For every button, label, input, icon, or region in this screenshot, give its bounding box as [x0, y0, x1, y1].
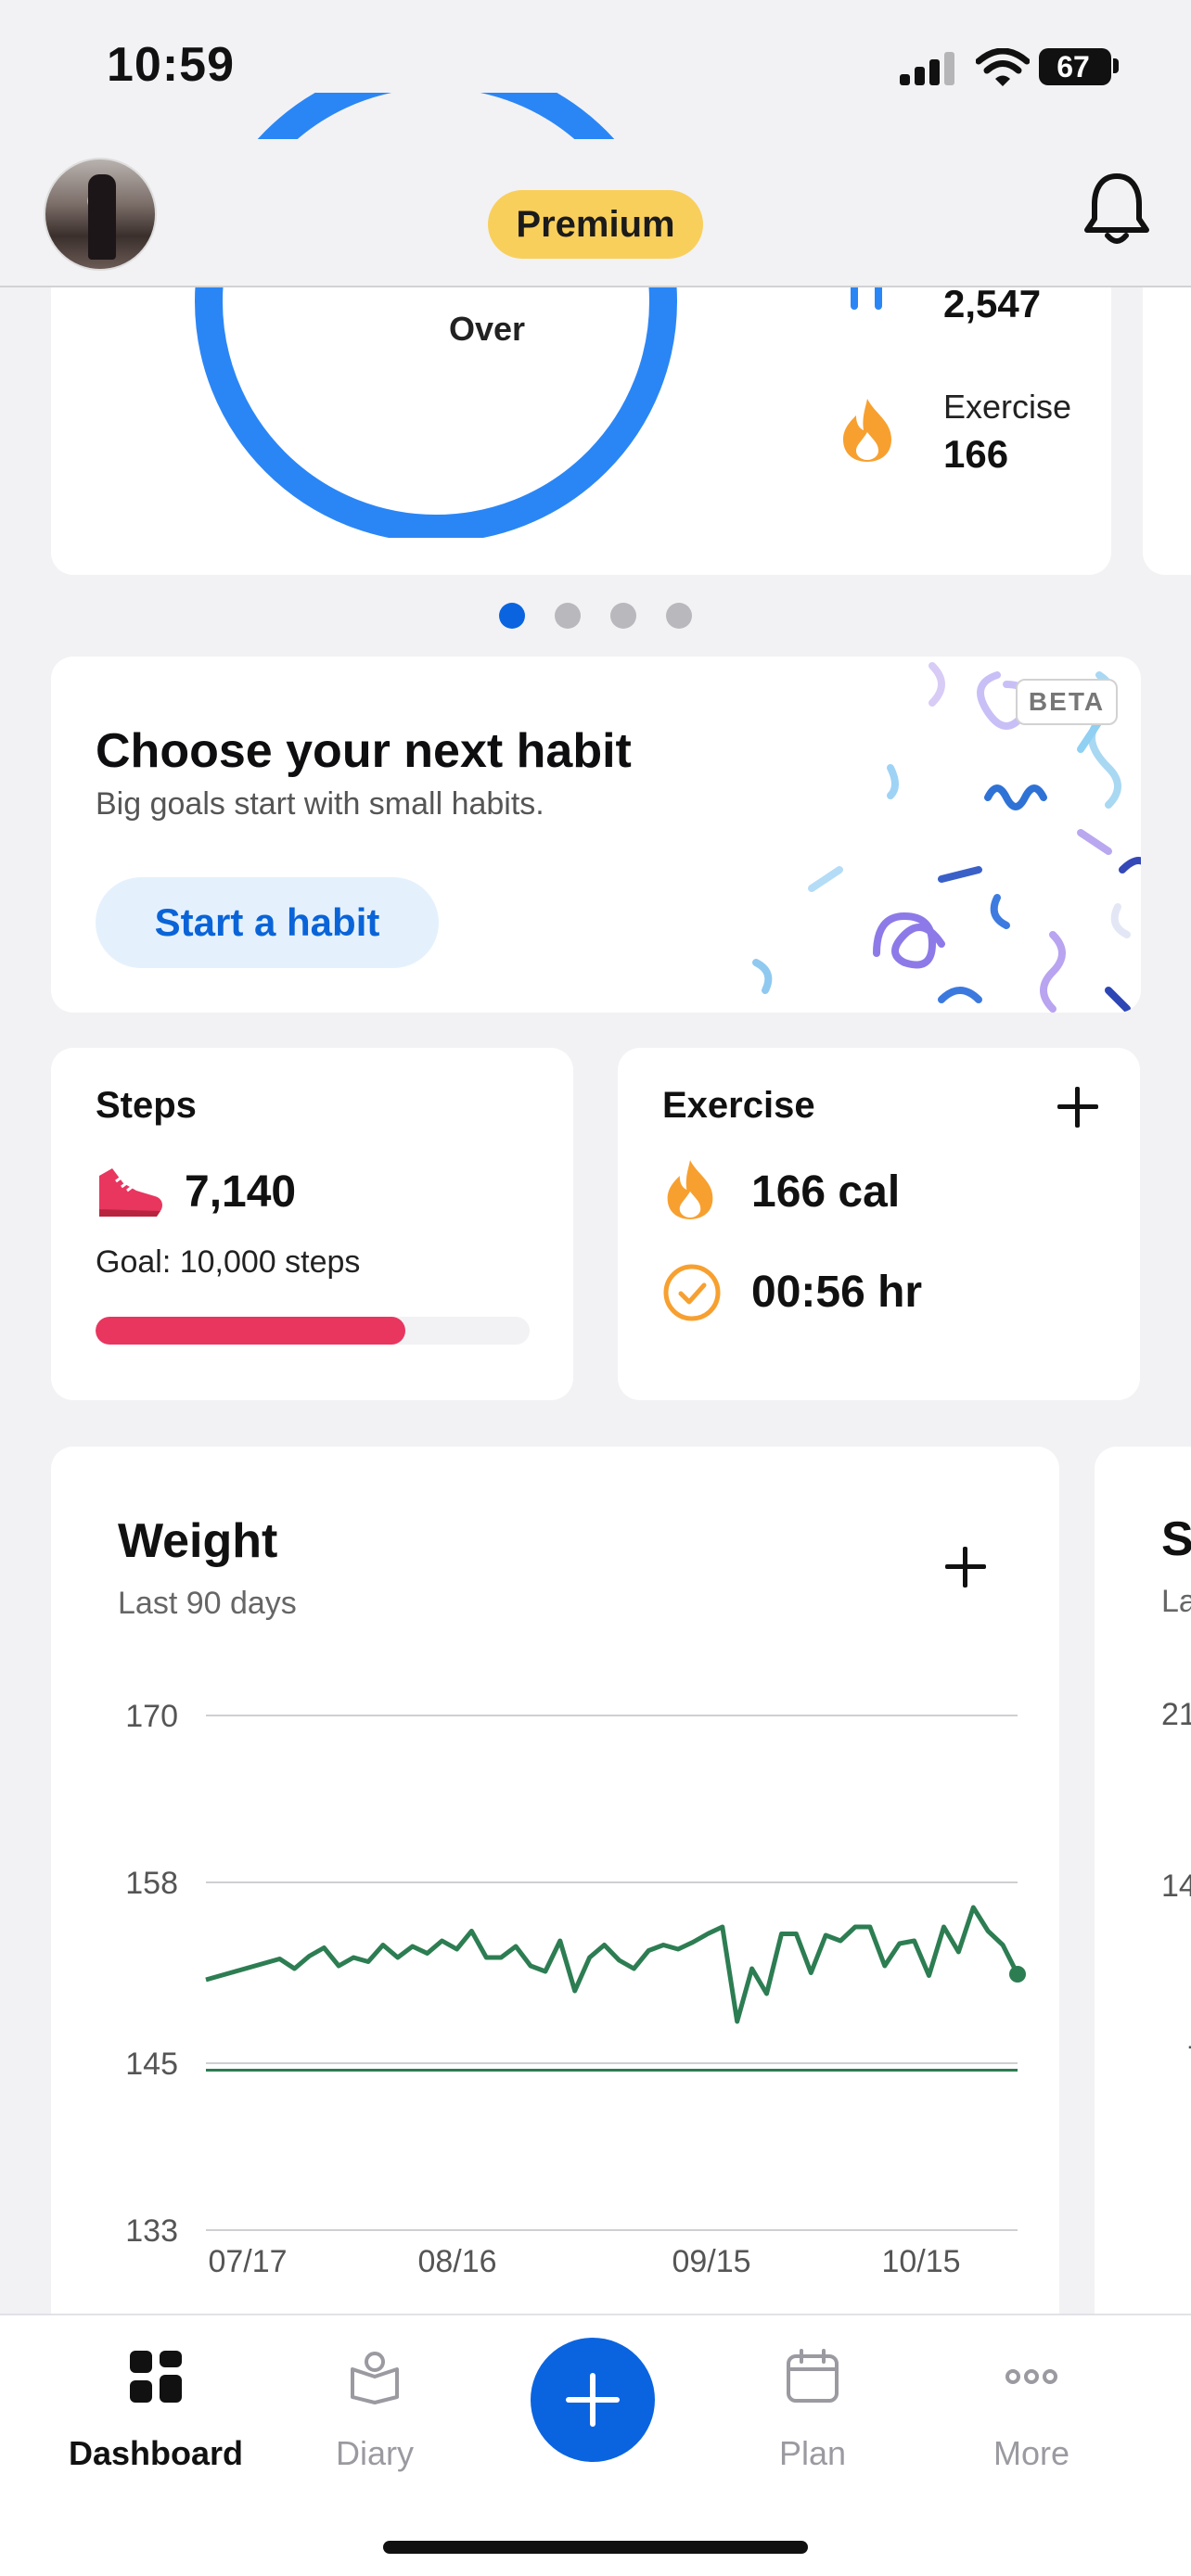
latest-weight-point [1009, 1966, 1026, 1983]
add-exercise-icon[interactable] [1056, 1085, 1100, 1129]
start-habit-button[interactable]: Start a habit [96, 877, 439, 968]
tab-diary[interactable]: Diary [273, 2349, 477, 2479]
exercise-label: Exercise [943, 388, 1072, 426]
bottom-tab-bar: Dashboard Diary Plan More [0, 2314, 1191, 2576]
steps-progress-bar [96, 1317, 530, 1345]
home-indicator [383, 2541, 808, 2554]
shoe-icon [99, 1168, 162, 1217]
beta-badge: BETA [1016, 679, 1118, 725]
y-tick-label: 170 [125, 1699, 178, 1734]
page-dot[interactable] [555, 603, 581, 629]
status-time: 10:59 [107, 38, 235, 92]
fire-icon [667, 1160, 713, 1219]
x-tick-label: 07/17 [208, 2244, 287, 2279]
tab-more[interactable]: More [929, 2349, 1133, 2479]
y-tick-label: 133 [125, 2213, 178, 2249]
exercise-duration: 00:56 hr [751, 1268, 923, 1317]
tab-plan[interactable]: Plan [711, 2349, 915, 2479]
calendar-icon [787, 2349, 839, 2403]
y-tick-label: 145 [125, 2047, 178, 2082]
tab-label: Plan [778, 2434, 847, 2472]
exercise-value: 166 [943, 432, 1009, 476]
next-card-tick: 7 [1187, 2040, 1191, 2076]
steps-goal: Goal: 10,000 steps [96, 1244, 361, 1280]
next-card-tick: 14 [1161, 1868, 1191, 1904]
habit-card[interactable]: BETA Choose your next habit Big goals st… [51, 657, 1141, 1013]
bell-icon[interactable] [1080, 167, 1154, 250]
more-icon [1005, 2369, 1057, 2384]
steps-card[interactable]: Steps 7,140 Goal: 10,000 steps [51, 1048, 573, 1400]
next-progress-card-peek[interactable]: S La 21 14 7 [1095, 1447, 1191, 2374]
battery-level: 67 [1057, 50, 1090, 83]
steps-progress-fill [96, 1317, 406, 1345]
weight-series-line [205, 1905, 1020, 2024]
habit-card-subtitle: Big goals start with small habits. [96, 786, 544, 822]
tab-label: More [992, 2434, 1070, 2472]
page-dot[interactable] [666, 603, 692, 629]
weight-chart: 170 158 145 133 07/17 08/16 09/15 10/15 [125, 1699, 1026, 2279]
next-card-title: S [1161, 1512, 1191, 1566]
tab-dashboard[interactable]: Dashboard [54, 2349, 258, 2479]
exercise-calories: 166 cal [751, 1167, 901, 1217]
diary-icon [351, 2352, 399, 2404]
y-tick-label: 158 [125, 1866, 178, 1901]
next-card-tick: 21 [1161, 1697, 1191, 1732]
exercise-card[interactable]: Exercise 166 cal 00:56 hr [618, 1048, 1140, 1400]
avatar[interactable] [44, 158, 157, 271]
app-header: Premium [0, 139, 1191, 287]
page-dot[interactable] [610, 603, 636, 629]
avatar-photo-figure [88, 174, 116, 260]
x-tick-label: 10/15 [881, 2244, 960, 2279]
wifi-icon [976, 48, 1030, 86]
base-goal-value: 2,547 [943, 282, 1042, 325]
steps-title: Steps [96, 1085, 197, 1126]
fire-icon [843, 399, 891, 462]
exercise-card-title: Exercise [662, 1085, 815, 1126]
clock-check-icon [663, 1264, 721, 1321]
dashboard-icon [130, 2351, 182, 2403]
battery-cap [1113, 58, 1119, 73]
page-dot-active[interactable] [499, 603, 525, 629]
steps-value: 7,140 [185, 1167, 297, 1217]
next-card-subtitle: La [1161, 1584, 1191, 1619]
habit-card-title: Choose your next habit [96, 724, 632, 778]
ring-status-label: Over [448, 310, 526, 348]
tab-label: Diary [335, 2434, 414, 2472]
tab-label: Dashboard [68, 2434, 244, 2472]
add-entry-button[interactable] [531, 2338, 655, 2462]
premium-button[interactable]: Premium [488, 190, 703, 259]
cellular-signal-icon [900, 52, 957, 85]
x-tick-label: 08/16 [417, 2244, 496, 2279]
x-tick-label: 09/15 [672, 2244, 750, 2279]
